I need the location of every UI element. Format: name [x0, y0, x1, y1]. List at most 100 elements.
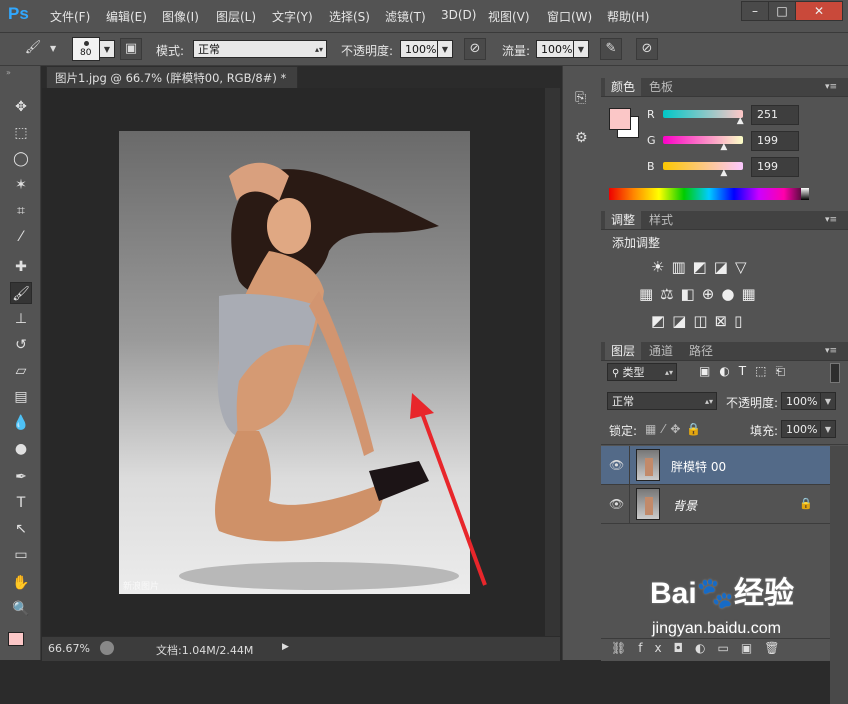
search-icon: ⚲ — [612, 368, 623, 379]
move-tool-icon[interactable]: ✥ — [10, 96, 32, 118]
vertical-scrollbar[interactable] — [545, 88, 560, 636]
close-button[interactable]: ✕ — [795, 1, 843, 21]
blend-mode-select[interactable]: 正常 ▴▾ — [607, 392, 717, 410]
document-tab[interactable]: 图片1.jpg @ 66.7% (胖模特00, RGB/8#) * — [46, 66, 298, 88]
healing-brush-tool-icon[interactable]: ✚ — [10, 256, 32, 278]
eye-icon[interactable]: 👁 — [609, 497, 624, 511]
slider-handle[interactable]: ▲ — [720, 168, 727, 178]
airbrush-icon[interactable]: ✎ — [600, 38, 622, 60]
gradient-tool-icon[interactable]: ▤ — [10, 386, 32, 408]
flow-dropdown[interactable]: ▼ — [573, 40, 589, 58]
filter-toggle[interactable] — [830, 363, 840, 383]
mode-select[interactable]: 正常 ▴▾ — [193, 40, 327, 58]
tab-adjustments[interactable]: 调整 — [605, 211, 642, 229]
layer-opacity-dropdown[interactable]: ▼ — [820, 392, 836, 410]
brush-tool-icon[interactable]: 🖌 — [10, 282, 32, 304]
tab-swatches[interactable]: 色板 — [643, 78, 679, 96]
tab-styles[interactable]: 样式 — [643, 211, 679, 229]
history-panel-icon[interactable]: ⎘ — [575, 90, 586, 106]
channel-slider[interactable] — [663, 136, 743, 144]
fill-dropdown[interactable]: ▼ — [820, 420, 836, 438]
menu-item[interactable]: 3D(D) — [441, 8, 476, 22]
zoom-level[interactable]: 66.67% — [48, 642, 90, 655]
blur-tool-icon[interactable]: 💧 — [10, 412, 32, 434]
menu-item[interactable]: 图像(I) — [162, 8, 199, 25]
tab-paths[interactable]: 路径 — [683, 342, 719, 360]
slider-handle[interactable]: ▲ — [737, 116, 744, 126]
flow-input[interactable]: 100% — [536, 40, 574, 58]
menu-item[interactable]: 视图(V) — [488, 8, 530, 25]
color-spectrum[interactable] — [609, 188, 809, 200]
adjustment-icons-row-3[interactable]: ◩◪◫⊠▯ — [651, 312, 749, 330]
pressure-size-icon[interactable]: ⊘ — [636, 38, 658, 60]
menu-item[interactable]: 滤镜(T) — [385, 8, 426, 25]
panel-menu-icon[interactable]: ▾≡ — [825, 346, 837, 356]
brush-preset-picker[interactable]: 80 — [72, 37, 100, 61]
tab-layers[interactable]: 图层 — [605, 342, 642, 360]
layers-scrollbar[interactable] — [830, 446, 848, 704]
adjustment-icons-row-2[interactable]: ▦⚖◧⊕●▦ — [639, 285, 763, 303]
marquee-tool-icon[interactable]: ⬚ — [10, 122, 32, 144]
history-brush-tool-icon[interactable]: ↺ — [10, 334, 32, 356]
crop-tool-icon[interactable]: ⌗ — [10, 200, 32, 222]
magic-wand-tool-icon[interactable]: ✶ — [10, 174, 32, 196]
opacity-input[interactable]: 100% — [400, 40, 438, 58]
layer-name[interactable]: 胖模特 00 — [671, 458, 726, 475]
eye-icon[interactable]: 👁 — [609, 458, 624, 472]
layer-filter-icons[interactable]: ▣◐T⬚⎗ — [699, 364, 794, 379]
pressure-opacity-icon[interactable]: ⊘ — [464, 38, 486, 60]
eraser-tool-icon[interactable]: ▱ — [10, 360, 32, 382]
fill-input[interactable]: 100% — [781, 420, 821, 438]
menu-item[interactable]: 文件(F) — [50, 8, 90, 25]
slider-handle[interactable]: ▲ — [720, 142, 727, 152]
lock-icons[interactable]: ▦⁄✥🔒 — [645, 422, 707, 436]
layer-row[interactable]: 👁 背景 🔒 — [601, 485, 830, 524]
type-tool-icon[interactable]: T — [10, 492, 32, 514]
pen-tool-icon[interactable]: ✒ — [10, 466, 32, 488]
minimize-button[interactable]: – — [741, 1, 769, 21]
channel-slider[interactable] — [663, 110, 743, 118]
menu-item[interactable]: 文字(Y) — [272, 8, 313, 25]
channel-value-input[interactable]: 251 — [751, 105, 799, 125]
foreground-color-swatch[interactable] — [8, 632, 24, 646]
properties-panel-icon[interactable]: ⚙ — [575, 130, 588, 146]
menu-item[interactable]: 帮助(H) — [607, 8, 649, 25]
path-selection-tool-icon[interactable]: ↖ — [10, 518, 32, 540]
menu-item[interactable]: 窗口(W) — [547, 8, 592, 25]
collapse-icon[interactable]: » — [6, 68, 11, 77]
hand-tool-icon[interactable]: ✋ — [10, 572, 32, 594]
menu-item[interactable]: 图层(L) — [216, 8, 256, 25]
status-menu-icon[interactable] — [100, 641, 114, 655]
menu-item[interactable]: 编辑(E) — [106, 8, 147, 25]
panel-menu-icon[interactable]: ▾≡ — [825, 215, 837, 225]
chevron-down-icon[interactable]: ▼ — [50, 44, 56, 53]
clone-stamp-tool-icon[interactable]: ⊥ — [10, 308, 32, 330]
brush-tool-icon[interactable]: 🖌 — [22, 38, 44, 60]
channel-value-input[interactable]: 199 — [751, 157, 799, 177]
dodge-tool-icon[interactable]: ● — [10, 438, 32, 460]
menu-item[interactable]: 选择(S) — [329, 8, 370, 25]
adjustment-icons-row-1[interactable]: ☀▥◩◪▽ — [651, 258, 754, 276]
channel-slider[interactable] — [663, 162, 743, 170]
channel-value-input[interactable]: 199 — [751, 131, 799, 151]
layer-row[interactable]: 👁 胖模特 00 — [601, 446, 830, 485]
foreground-color-chip[interactable] — [609, 108, 631, 130]
panel-menu-icon[interactable]: ▾≡ — [825, 82, 837, 92]
lasso-tool-icon[interactable]: ◯ — [10, 148, 32, 170]
opacity-dropdown[interactable]: ▼ — [437, 40, 453, 58]
tab-channels[interactable]: 通道 — [643, 342, 679, 360]
layer-name[interactable]: 背景 — [673, 497, 697, 514]
spectrum-bw[interactable] — [801, 188, 809, 200]
layer-opacity-input[interactable]: 100% — [781, 392, 821, 410]
tab-color[interactable]: 颜色 — [605, 78, 642, 96]
brush-preset-dropdown[interactable]: ▼ — [99, 40, 115, 58]
shape-tool-icon[interactable]: ▭ — [10, 544, 32, 566]
layer-filter-select[interactable]: ⚲ 类型 ▴▾ — [607, 363, 677, 381]
brush-size-value: 80 — [80, 48, 92, 58]
layer-action-icons[interactable]: ⛓fx◘◐▭▣🗑 — [611, 641, 791, 655]
zoom-tool-icon[interactable]: 🔍 — [10, 598, 32, 620]
status-arrow-icon[interactable]: ▶ — [282, 642, 289, 652]
brush-panel-toggle-icon[interactable]: ▣ — [120, 38, 142, 60]
eyedropper-tool-icon[interactable]: ⁄ — [10, 226, 32, 248]
restore-button[interactable]: □ — [768, 1, 796, 21]
